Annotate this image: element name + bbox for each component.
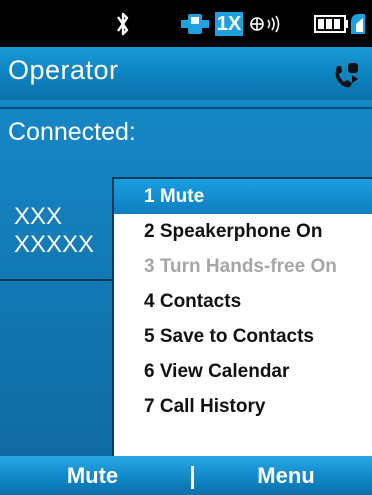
popup-menu: 1 Mute 2 Speakerphone On 3 Turn Hands-fr… (112, 177, 372, 457)
caller-number: XXXXX (14, 231, 95, 258)
menu-item-speakerphone-on[interactable]: 2 Speakerphone On (114, 214, 372, 249)
softkey-bar: Mute Menu (0, 456, 372, 495)
right-softkey-menu[interactable]: Menu (200, 456, 372, 495)
menu-item-call-history[interactable]: 7 Call History (114, 389, 372, 424)
menu-item-mute[interactable]: 1 Mute (114, 179, 372, 214)
signal-strength-icon (178, 0, 212, 47)
caller-name: XXX (14, 203, 63, 230)
divider (0, 279, 112, 281)
menu-item-view-calendar[interactable]: 6 View Calendar (114, 354, 372, 389)
network-1x-icon: 1X (212, 0, 246, 47)
network-label: 1X (214, 11, 244, 36)
status-bar: 1X (0, 0, 372, 47)
menu-item-hands-free-on: 3 Turn Hands-free On (144, 256, 337, 277)
left-softkey-mute[interactable]: Mute (0, 456, 185, 495)
softkey-divider (191, 466, 194, 489)
phone-screen: 1X Operator Connected: XXX XXXXX 1 Mute … (0, 0, 372, 495)
call-status: Connected: (8, 118, 136, 146)
title-bar: Operator (0, 47, 372, 100)
bluetooth-icon (108, 0, 138, 47)
battery-icon (312, 0, 368, 47)
divider (0, 107, 372, 109)
menu-item-save-to-contacts[interactable]: 5 Save to Contacts (114, 319, 372, 354)
menu-item-contacts[interactable]: 4 Contacts (114, 284, 372, 319)
active-call-icon (328, 57, 364, 93)
roaming-icon (248, 0, 284, 47)
page-title: Operator (8, 55, 119, 85)
